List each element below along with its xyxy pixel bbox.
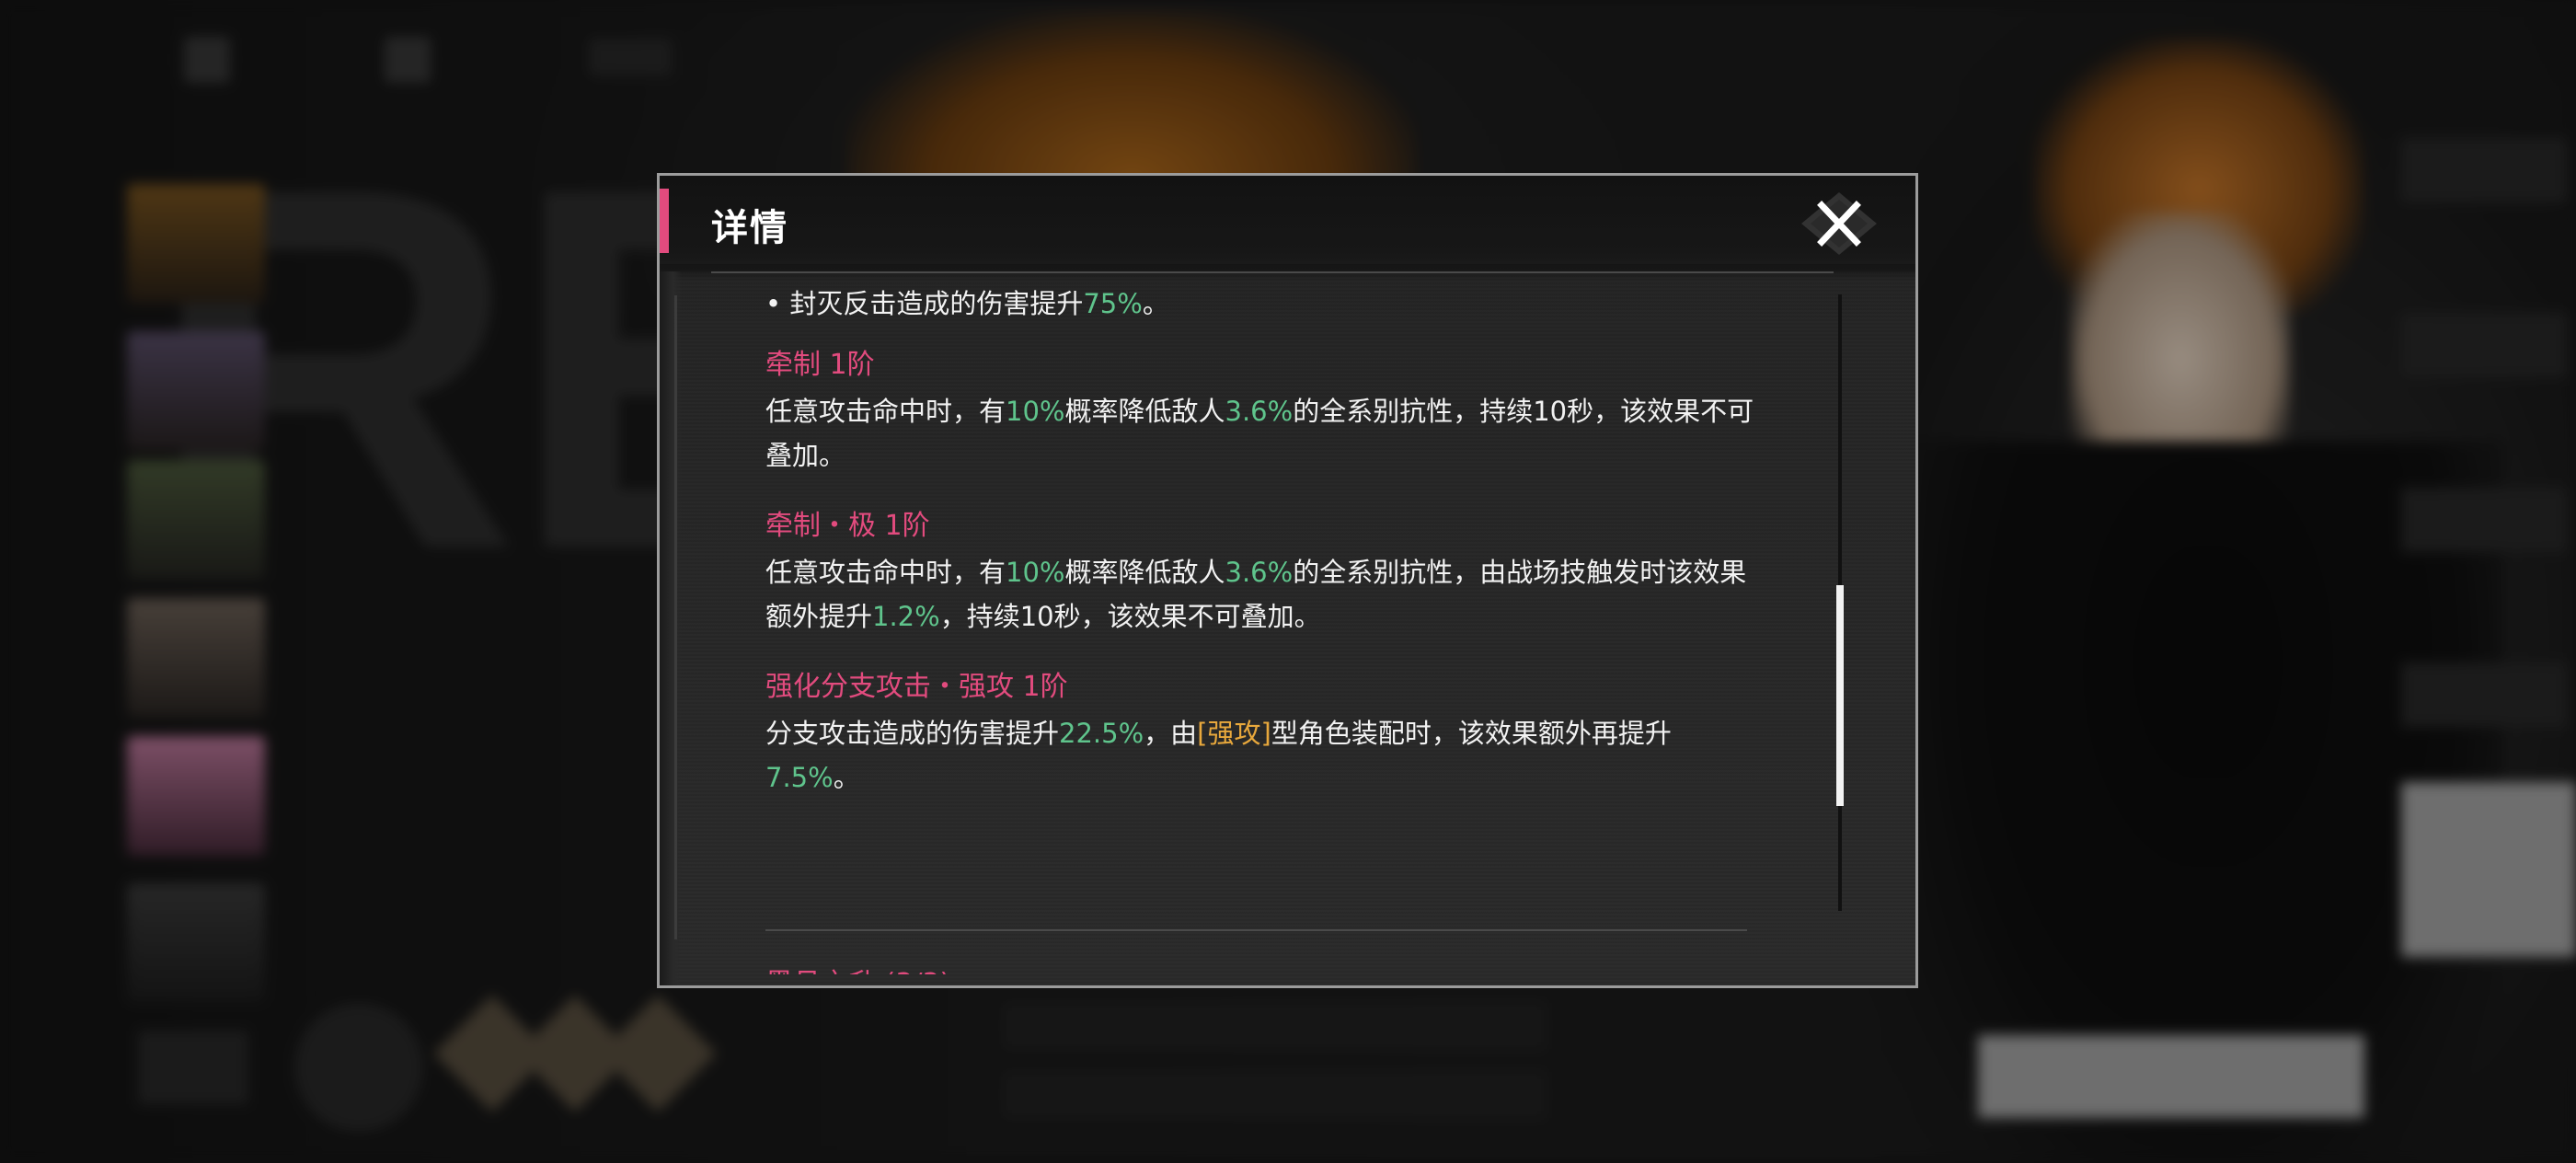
section-description: 任意攻击命中时，有10%概率降低敌人3.6%的全系别抗性，持续10秒，该效果不可… bbox=[765, 389, 1773, 478]
set-bonus-title: 黑月之升 (3/3) bbox=[765, 961, 950, 974]
dialog-header bbox=[660, 176, 1915, 271]
scrollbar-thumb[interactable] bbox=[1836, 585, 1844, 806]
description-line: 叠加。 bbox=[765, 440, 846, 471]
dialog-left-edge bbox=[660, 271, 682, 985]
section-title: 强化分支攻击・强攻 1阶 bbox=[765, 671, 1068, 703]
header-divider bbox=[711, 271, 1834, 273]
description-line: 任意攻击命中时，有10%概率降低敌人3.6%的全系别抗性，由战场技触发时该效果 bbox=[765, 557, 1747, 588]
close-button[interactable] bbox=[1794, 189, 1884, 259]
highlight-value: 10% bbox=[1006, 396, 1065, 427]
bullet: • bbox=[765, 288, 782, 319]
highlight-value: 7.5% bbox=[765, 762, 834, 793]
highlight-value: 75% bbox=[1083, 288, 1143, 319]
details-dialog: 详情 • 封灭反击造成的伤害提升75%。 牵制 1阶 任意攻击命中时，有10%概… bbox=[657, 173, 1918, 988]
highlight-value: 3.6% bbox=[1225, 557, 1294, 588]
description-line: 分支攻击造成的伤害提升22.5%，由[强攻]型角色装配时，该效果额外再提升 bbox=[765, 718, 1672, 749]
section-description: 分支攻击造成的伤害提升22.5%，由[强攻]型角色装配时，该效果额外再提升 7.… bbox=[765, 711, 1773, 800]
section-title: 牵制・极 1阶 bbox=[765, 510, 930, 542]
role-tag: [强攻] bbox=[1197, 718, 1271, 749]
dialog-title: 详情 bbox=[711, 207, 788, 249]
section-title: 牵制 1阶 bbox=[765, 349, 875, 381]
section-description: 任意攻击命中时，有10%概率降低敌人3.6%的全系别抗性，由战场技触发时该效果 … bbox=[765, 550, 1773, 639]
section-divider bbox=[765, 929, 1747, 931]
details-scroll-content[interactable]: • 封灭反击造成的伤害提升75%。 牵制 1阶 任意攻击命中时，有10%概率降低… bbox=[765, 275, 1777, 974]
highlight-value: 1.2% bbox=[872, 601, 940, 632]
header-accent-bar bbox=[660, 189, 669, 253]
description-line: 额外提升1.2%，持续10秒，该效果不可叠加。 bbox=[765, 601, 1321, 632]
highlight-value: 22.5% bbox=[1059, 718, 1144, 749]
dialog-left-edge-line bbox=[674, 295, 677, 939]
description-line: 7.5%。 bbox=[765, 762, 860, 793]
highlight-value: 10% bbox=[1006, 557, 1065, 588]
highlight-value: 3.6% bbox=[1225, 396, 1294, 427]
description-line: 任意攻击命中时，有10%概率降低敌人3.6%的全系别抗性，持续10秒，该效果不可 bbox=[765, 396, 1754, 427]
effect-line: • 封灭反击造成的伤害提升75%。 bbox=[765, 288, 1169, 319]
close-x-icon bbox=[1801, 192, 1877, 255]
